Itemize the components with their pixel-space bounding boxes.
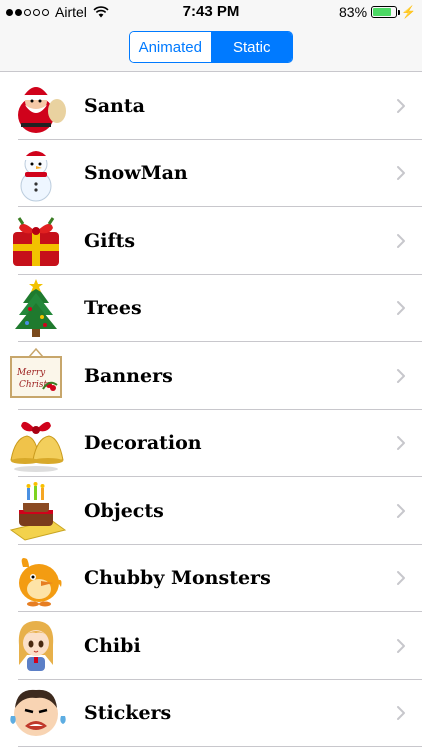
category-row-snowman[interactable]: SnowMan: [0, 140, 422, 208]
chevron-right-icon: [397, 503, 405, 518]
svg-text:Merry: Merry: [16, 368, 46, 378]
category-label: Chibi: [84, 634, 141, 657]
chevron-right-icon: [397, 98, 405, 113]
category-label: Decoration: [84, 432, 202, 455]
category-row-banners[interactable]: Merry Christ Banners: [0, 342, 422, 410]
gift-icon: [2, 209, 70, 273]
category-row-chibi[interactable]: Chibi: [0, 612, 422, 680]
category-label: Santa: [84, 94, 145, 117]
battery-icon: [371, 6, 401, 18]
chevron-right-icon: [397, 368, 405, 383]
chevron-right-icon: [397, 436, 405, 451]
santa-icon: [2, 74, 70, 138]
category-label: SnowMan: [84, 162, 188, 185]
segment-animated[interactable]: Animated: [130, 32, 211, 62]
category-row-gifts[interactable]: Gifts: [0, 207, 422, 275]
chevron-right-icon: [397, 571, 405, 586]
christmas-tree-icon: [2, 276, 70, 340]
animation-type-segmented-control[interactable]: Animated Static: [129, 31, 293, 63]
merry-christmas-banner-icon: Merry Christ: [2, 344, 70, 408]
category-row-decoration[interactable]: Decoration: [0, 410, 422, 478]
category-label: Gifts: [84, 229, 136, 252]
battery-percent: 83%: [339, 4, 368, 20]
category-label: Trees: [84, 297, 142, 320]
category-label: Chubby Monsters: [84, 567, 271, 590]
cake-icon: [2, 479, 70, 543]
crying-face-icon: [2, 681, 70, 745]
category-row-santa[interactable]: Santa: [0, 72, 422, 140]
category-row-stickers[interactable]: Stickers: [0, 680, 422, 748]
chevron-right-icon: [397, 166, 405, 181]
chubby-monster-icon: [2, 546, 70, 610]
chevron-right-icon: [397, 638, 405, 653]
category-list[interactable]: Santa SnowMan Gifts Trees Merry Christ Banners…: [0, 72, 422, 747]
status-bar: Airtel 7:43 PM 83% ⚡: [0, 0, 422, 24]
category-label: Stickers: [84, 702, 172, 725]
chibi-girl-icon: [2, 614, 70, 678]
chevron-right-icon: [397, 301, 405, 316]
category-row-trees[interactable]: Trees: [0, 275, 422, 343]
battery-level: [373, 8, 392, 16]
category-row-chubby-monsters[interactable]: Chubby Monsters: [0, 545, 422, 613]
status-right: 83% ⚡: [339, 4, 416, 20]
navigation-bar: Animated Static: [0, 24, 422, 72]
segment-static[interactable]: Static: [210, 32, 292, 62]
chevron-right-icon: [397, 233, 405, 248]
category-label: Banners: [84, 364, 173, 387]
category-row-objects[interactable]: Objects: [0, 477, 422, 545]
charging-bolt-icon: ⚡: [401, 5, 416, 19]
bells-icon: [2, 411, 70, 475]
snowman-icon: [2, 141, 70, 205]
category-label: Objects: [84, 499, 164, 522]
chevron-right-icon: [397, 706, 405, 721]
